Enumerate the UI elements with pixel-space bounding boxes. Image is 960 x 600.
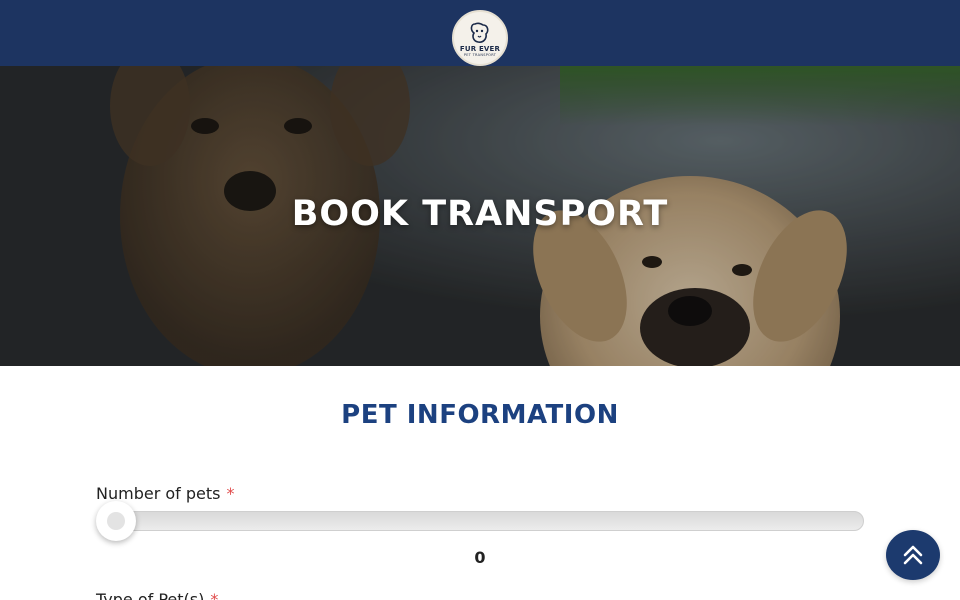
type-of-pets-label-text: Type of Pet(s) bbox=[96, 590, 205, 600]
section-title: PET INFORMATION bbox=[341, 400, 619, 430]
number-of-pets-slider-thumb[interactable] bbox=[96, 501, 136, 541]
required-marker: * bbox=[210, 590, 219, 600]
scroll-to-top-button[interactable] bbox=[886, 530, 940, 580]
type-of-pets-label: Type of Pet(s) * bbox=[96, 590, 218, 600]
number-of-pets-value: 0 bbox=[474, 548, 486, 567]
dog-paw-logo-icon bbox=[470, 22, 489, 43]
hero-title: BOOK TRANSPORT bbox=[291, 194, 669, 234]
top-bar: FUR EVER PET TRANSPORT bbox=[0, 0, 960, 66]
required-marker: * bbox=[226, 484, 235, 503]
number-of-pets-slider-track[interactable] bbox=[98, 511, 864, 531]
hero-banner: BOOK TRANSPORT bbox=[0, 66, 960, 366]
double-chevron-up-icon bbox=[903, 545, 923, 565]
logo[interactable]: FUR EVER PET TRANSPORT bbox=[452, 10, 508, 66]
slider-thumb-inner bbox=[107, 512, 125, 530]
logo-name: FUR EVER bbox=[459, 45, 501, 53]
logo-tagline: PET TRANSPORT bbox=[463, 53, 497, 57]
